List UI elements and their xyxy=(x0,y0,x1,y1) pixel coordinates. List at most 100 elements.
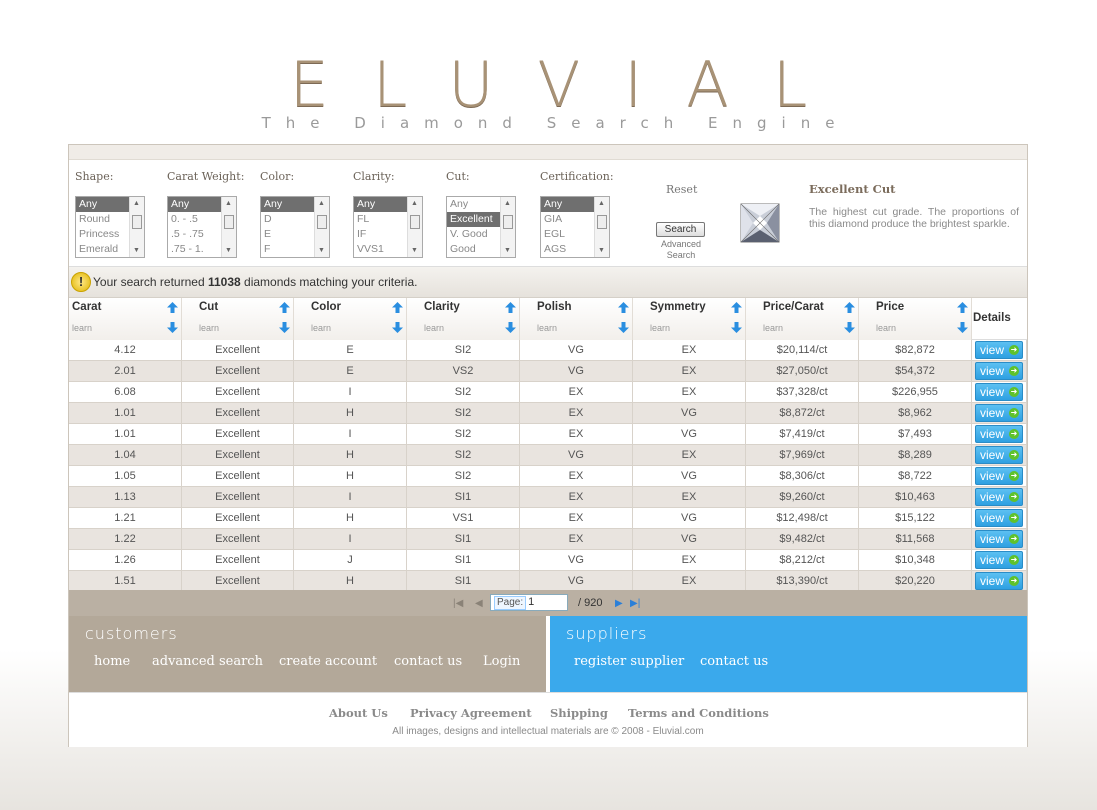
table-row[interactable]: 1.21 Excellent H VS1 EX VG $12,498/ct $15,122 vi… xyxy=(69,508,1027,529)
sort-descending-icon[interactable] xyxy=(731,322,742,333)
scroll-down-icon[interactable]: ▼ xyxy=(318,247,325,254)
sort-ascending-icon[interactable] xyxy=(279,302,290,313)
listbox-scrollbar[interactable]: ▲ ▼ xyxy=(129,197,144,257)
column-title[interactable]: Color xyxy=(311,301,341,313)
learn-link[interactable]: learn xyxy=(199,323,219,333)
sort-descending-icon[interactable] xyxy=(167,322,178,333)
select-option[interactable]: Any xyxy=(261,197,314,212)
sort-ascending-icon[interactable] xyxy=(844,302,855,313)
column-title[interactable]: Carat xyxy=(72,301,101,313)
site-logo[interactable]: ELUVIAL xyxy=(0,48,1097,121)
sort-descending-icon[interactable] xyxy=(279,322,290,333)
prev-page-icon[interactable]: ◀ xyxy=(475,598,483,609)
select-option[interactable]: Any xyxy=(76,197,129,212)
learn-link[interactable]: learn xyxy=(311,323,331,333)
color-select[interactable]: Any D E F ▲ ▼ xyxy=(260,196,330,258)
next-page-icon[interactable]: ▶ xyxy=(615,598,623,609)
scroll-down-icon[interactable]: ▼ xyxy=(411,247,418,254)
select-option[interactable]: Any xyxy=(541,197,594,212)
table-row[interactable]: 2.01 Excellent E VS2 VG EX $27,050/ct $54,372 vi… xyxy=(69,361,1027,382)
table-row[interactable]: 1.26 Excellent J SI1 VG EX $8,212/ct $10,348 vie… xyxy=(69,550,1027,571)
scroll-thumb[interactable] xyxy=(317,215,327,229)
scroll-thumb[interactable] xyxy=(503,215,513,229)
scroll-down-icon[interactable]: ▼ xyxy=(504,247,511,254)
nav-register-supplier[interactable]: register supplier xyxy=(574,654,684,669)
scroll-up-icon[interactable]: ▲ xyxy=(598,200,605,207)
listbox-scrollbar[interactable]: ▲ ▼ xyxy=(500,197,515,257)
sort-descending-icon[interactable] xyxy=(392,322,403,333)
shape-select[interactable]: Any Round Princess Emerald ▲ ▼ xyxy=(75,196,145,258)
sort-descending-icon[interactable] xyxy=(505,322,516,333)
scroll-thumb[interactable] xyxy=(597,215,607,229)
first-page-icon[interactable]: |◀ xyxy=(453,598,463,609)
sort-ascending-icon[interactable] xyxy=(957,302,968,313)
learn-link[interactable]: learn xyxy=(424,323,444,333)
nav-suppliers-contact[interactable]: contact us xyxy=(700,654,768,669)
clarity-select[interactable]: Any FL IF VVS1 ▲ ▼ xyxy=(353,196,423,258)
select-option[interactable]: Any xyxy=(168,197,221,212)
sort-ascending-icon[interactable] xyxy=(392,302,403,313)
view-button[interactable]: view ➜ xyxy=(975,551,1023,569)
search-button[interactable]: Search xyxy=(656,222,705,237)
footer-terms[interactable]: Terms and Conditions xyxy=(628,706,769,720)
column-title[interactable]: Price/Carat xyxy=(763,301,824,313)
scroll-up-icon[interactable]: ▲ xyxy=(411,200,418,207)
scroll-thumb[interactable] xyxy=(410,215,420,229)
view-button[interactable]: view ➜ xyxy=(975,383,1023,401)
view-button[interactable]: view ➜ xyxy=(975,509,1023,527)
scroll-down-icon[interactable]: ▼ xyxy=(133,247,140,254)
view-button[interactable]: view ➜ xyxy=(975,404,1023,422)
view-button[interactable]: view ➜ xyxy=(975,362,1023,380)
view-button[interactable]: view ➜ xyxy=(975,467,1023,485)
certification-select[interactable]: Any GIA EGL AGS ▲ ▼ xyxy=(540,196,610,258)
cut-select[interactable]: Any Excellent V. Good Good ▲ ▼ xyxy=(446,196,516,258)
column-title[interactable]: Cut xyxy=(199,301,218,313)
last-page-icon[interactable]: ▶| xyxy=(630,598,640,609)
table-row[interactable]: 1.01 Excellent I SI2 EX VG $7,419/ct $7,493 view… xyxy=(69,424,1027,445)
sort-descending-icon[interactable] xyxy=(957,322,968,333)
table-row[interactable]: 1.13 Excellent I SI1 EX EX $9,260/ct $10,463 vie… xyxy=(69,487,1027,508)
scroll-thumb[interactable] xyxy=(132,215,142,229)
listbox-scrollbar[interactable]: ▲ ▼ xyxy=(221,197,236,257)
select-option[interactable]: Excellent xyxy=(447,212,500,227)
table-row[interactable]: 1.04 Excellent H SI2 VG EX $7,969/ct $8,289 view… xyxy=(69,445,1027,466)
view-button[interactable]: view ➜ xyxy=(975,446,1023,464)
scroll-thumb[interactable] xyxy=(224,215,234,229)
sort-descending-icon[interactable] xyxy=(618,322,629,333)
table-row[interactable]: 1.05 Excellent H SI2 EX VG $8,306/ct $8,722 view… xyxy=(69,466,1027,487)
column-header-color[interactable]: Color learn xyxy=(294,298,407,340)
footer-privacy[interactable]: Privacy Agreement xyxy=(410,706,532,720)
column-header-cut[interactable]: Cut learn xyxy=(182,298,294,340)
nav-home[interactable]: home xyxy=(94,654,130,669)
table-row[interactable]: 1.01 Excellent H SI2 EX VG $8,872/ct $8,962 view… xyxy=(69,403,1027,424)
learn-link[interactable]: learn xyxy=(876,323,896,333)
reset-link[interactable]: Reset xyxy=(666,183,697,196)
column-title[interactable]: Polish xyxy=(537,301,572,313)
learn-link[interactable]: learn xyxy=(537,323,557,333)
learn-link[interactable]: learn xyxy=(72,323,92,333)
table-row[interactable]: 1.51 Excellent H SI1 VG EX $13,390/ct $20,220 vi… xyxy=(69,571,1027,592)
learn-link[interactable]: learn xyxy=(763,323,783,333)
column-header-carat[interactable]: Carat learn xyxy=(69,298,182,340)
advanced-search-link[interactable]: Advanced Search xyxy=(651,239,711,261)
column-header-symmetry[interactable]: Symmetry learn xyxy=(633,298,746,340)
listbox-scrollbar[interactable]: ▲ ▼ xyxy=(314,197,329,257)
column-title[interactable]: Clarity xyxy=(424,301,460,313)
footer-about[interactable]: About Us xyxy=(329,706,388,720)
scroll-up-icon[interactable]: ▲ xyxy=(318,200,325,207)
learn-link[interactable]: learn xyxy=(650,323,670,333)
scroll-down-icon[interactable]: ▼ xyxy=(598,247,605,254)
scroll-up-icon[interactable]: ▲ xyxy=(225,200,232,207)
view-button[interactable]: view ➜ xyxy=(975,488,1023,506)
sort-ascending-icon[interactable] xyxy=(731,302,742,313)
column-title[interactable]: Symmetry xyxy=(650,301,706,313)
carat-select[interactable]: Any 0. - .5.5 - .75.75 - 1. ▲ ▼ xyxy=(167,196,237,258)
scroll-down-icon[interactable]: ▼ xyxy=(225,247,232,254)
view-button[interactable]: view ➜ xyxy=(975,425,1023,443)
table-row[interactable]: 4.12 Excellent E SI2 VG EX $20,114/ct $82,872 vi… xyxy=(69,340,1027,361)
sort-descending-icon[interactable] xyxy=(844,322,855,333)
listbox-scrollbar[interactable]: ▲ ▼ xyxy=(407,197,422,257)
nav-customers-contact[interactable]: contact us xyxy=(394,654,462,669)
scroll-up-icon[interactable]: ▲ xyxy=(504,200,511,207)
nav-create-account[interactable]: create account xyxy=(279,654,377,669)
